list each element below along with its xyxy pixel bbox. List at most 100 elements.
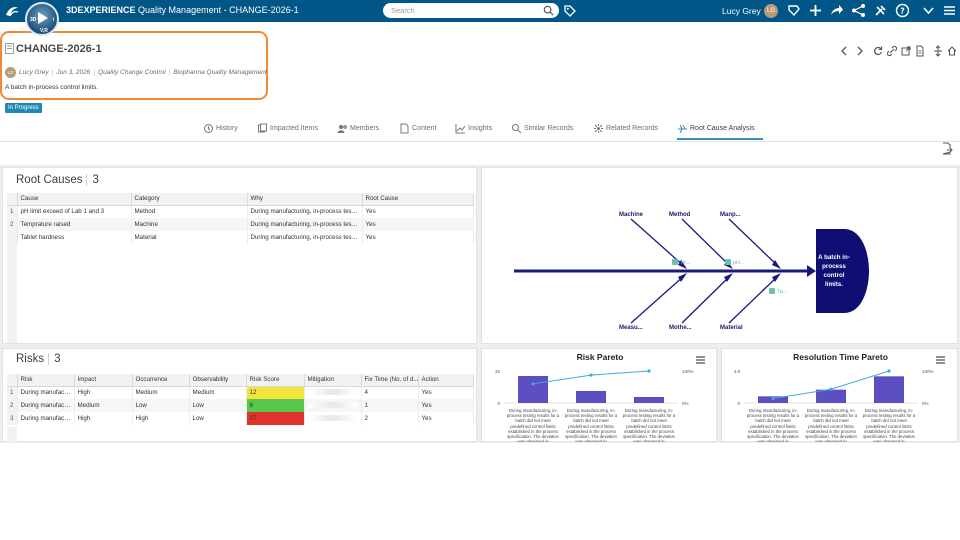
chevron-right-icon[interactable] (855, 45, 865, 57)
occurrence-cell[interactable]: Low (132, 399, 190, 412)
tab-root-cause-analysis[interactable]: Root Cause Analysis (677, 119, 763, 140)
risk-score-cell[interactable]: 27 (246, 412, 305, 425)
impact-cell[interactable]: Medium (74, 399, 133, 412)
column-header-category[interactable]: Category (131, 193, 248, 206)
occurrence-cell[interactable]: Medium (132, 386, 190, 399)
why-cell[interactable]: During manufacturing, in-process testin.… (247, 231, 363, 244)
observability-cell[interactable]: Low (189, 412, 247, 425)
table-row[interactable]: 2 Temprature raised Machine During manuf… (7, 218, 474, 231)
tab-similar-records[interactable]: Similar Records (511, 119, 573, 140)
expand-icon[interactable] (933, 45, 943, 57)
cause-method[interactable]: pH... (733, 260, 745, 266)
document-icon[interactable] (915, 45, 925, 57)
chevron-left-icon[interactable] (839, 45, 849, 57)
category-label-method[interactable]: Method (669, 212, 691, 218)
column-header-occurrence[interactable]: Occurrence (132, 374, 190, 387)
category-label-machine[interactable]: Machine (619, 212, 644, 218)
category-cell[interactable]: Method (131, 205, 248, 218)
cause-cell[interactable]: Temprature raised (17, 218, 132, 231)
home-icon[interactable] (947, 45, 957, 57)
column-header-impact[interactable]: Impact (74, 374, 133, 387)
tab-insights[interactable]: Insights (455, 119, 492, 140)
share-icon[interactable] (829, 3, 844, 18)
column-header-fix-time[interactable]: Fix Time (No. of d... (361, 374, 419, 387)
checkbox-icon[interactable] (672, 259, 678, 265)
search-icon[interactable] (543, 5, 554, 16)
cause-material[interactable]: Ta... (777, 289, 788, 295)
tools-icon[interactable] (873, 3, 888, 18)
why-cell[interactable]: During manufacturing, in-process testin.… (247, 218, 363, 231)
tab-content[interactable]: Content (399, 119, 437, 140)
risk-cell[interactable]: During manufact... (17, 399, 75, 412)
network-icon[interactable] (851, 3, 866, 18)
root-cause-cell[interactable]: Yes (362, 218, 474, 231)
fix-time-cell[interactable]: 2 (361, 412, 419, 425)
export-icon[interactable] (941, 142, 953, 155)
risk-cell[interactable]: During manufact... (17, 412, 75, 425)
cause-machine[interactable]: Te... (680, 260, 691, 266)
category-label-measurement[interactable]: Measu... (619, 325, 643, 331)
search-input[interactable]: Search (383, 3, 559, 18)
category-label-material[interactable]: Material (720, 325, 743, 331)
category-cell[interactable]: Material (131, 231, 248, 244)
column-header-mitigation[interactable]: Mitigation (304, 374, 362, 387)
root-cause-cell[interactable]: Yes (362, 205, 474, 218)
mitigation-cell[interactable] (304, 399, 362, 412)
tab-impacted-items[interactable]: Impacted Items (257, 119, 318, 140)
column-header-why[interactable]: Why (247, 193, 363, 206)
mitigation-cell[interactable] (304, 412, 362, 425)
cause-cell[interactable]: Tablet hardness (17, 231, 132, 244)
fishbone-head[interactable] (816, 229, 869, 313)
column-header-action[interactable]: Action (418, 374, 474, 387)
link-icon[interactable] (887, 45, 897, 57)
tag-icon[interactable] (563, 4, 577, 18)
tab-members[interactable]: Members (337, 119, 379, 140)
open-new-icon[interactable] (901, 45, 911, 57)
impact-cell[interactable]: High (74, 386, 133, 399)
checkbox-icon[interactable] (769, 288, 775, 294)
category-cell[interactable]: Machine (131, 218, 248, 231)
impact-cell[interactable]: High (74, 412, 133, 425)
add-icon[interactable] (808, 3, 823, 18)
user-name[interactable]: Lucy Grey (722, 6, 761, 16)
column-header-risk-score[interactable]: Risk Score (246, 374, 305, 387)
column-header-root-cause[interactable]: Root Cause (362, 193, 474, 206)
column-header-observability[interactable]: Observability (189, 374, 247, 387)
action-cell[interactable]: Yes (418, 399, 474, 412)
why-cell[interactable]: During manufacturing, in-process testin.… (247, 205, 363, 218)
category-label-manpower[interactable]: Manp... (720, 212, 741, 218)
table-row[interactable]: 3 During manufact... High High Low 27 2 … (7, 412, 474, 425)
fix-time-cell[interactable]: 1 (361, 399, 419, 412)
table-row[interactable]: 3 Tablet hardness Material During manufa… (7, 231, 474, 244)
column-header-cause[interactable]: Cause (17, 193, 132, 206)
tab-history[interactable]: History (203, 119, 238, 140)
table-row[interactable]: 2 During manufact... Medium Low Low 6 1 … (7, 399, 474, 412)
observability-cell[interactable]: Medium (189, 386, 247, 399)
user-avatar[interactable]: LG (764, 4, 778, 18)
risk-score-cell[interactable]: 12 (246, 386, 305, 399)
occurrence-cell[interactable]: High (132, 412, 190, 425)
help-icon[interactable]: ? (895, 3, 910, 18)
refresh-icon[interactable] (873, 45, 883, 57)
observability-cell[interactable]: Low (189, 399, 247, 412)
column-header-risk[interactable]: Risk (17, 374, 75, 387)
risk-score-cell[interactable]: 6 (246, 399, 305, 412)
feedback-icon[interactable] (786, 3, 801, 18)
tab-related-records[interactable]: Related Records (593, 119, 658, 140)
compass-button[interactable]: 3D i V,R (25, 2, 59, 36)
chevron-down-icon[interactable] (921, 3, 936, 18)
checkbox-icon[interactable] (725, 259, 731, 265)
hamburger-icon[interactable] (942, 3, 957, 18)
owner-name[interactable]: Lucy Grey (19, 69, 49, 76)
category-label-mother-nature[interactable]: Mothe... (669, 325, 692, 331)
risk-cell[interactable]: During manufact... (17, 386, 75, 399)
table-row[interactable]: 1 pH limit exceed of Lab 1 and 3 Method … (7, 205, 474, 218)
fix-time-cell[interactable]: 4 (361, 386, 419, 399)
status-badge[interactable]: In Progress (5, 103, 42, 113)
action-cell[interactable]: Yes (418, 386, 474, 399)
action-cell[interactable]: Yes (418, 412, 474, 425)
root-cause-cell[interactable]: Yes (362, 231, 474, 244)
mitigation-cell[interactable] (304, 386, 362, 399)
cause-cell[interactable]: pH limit exceed of Lab 1 and 3 (17, 205, 132, 218)
table-row[interactable]: 1 During manufact... High Medium Medium … (7, 386, 474, 399)
